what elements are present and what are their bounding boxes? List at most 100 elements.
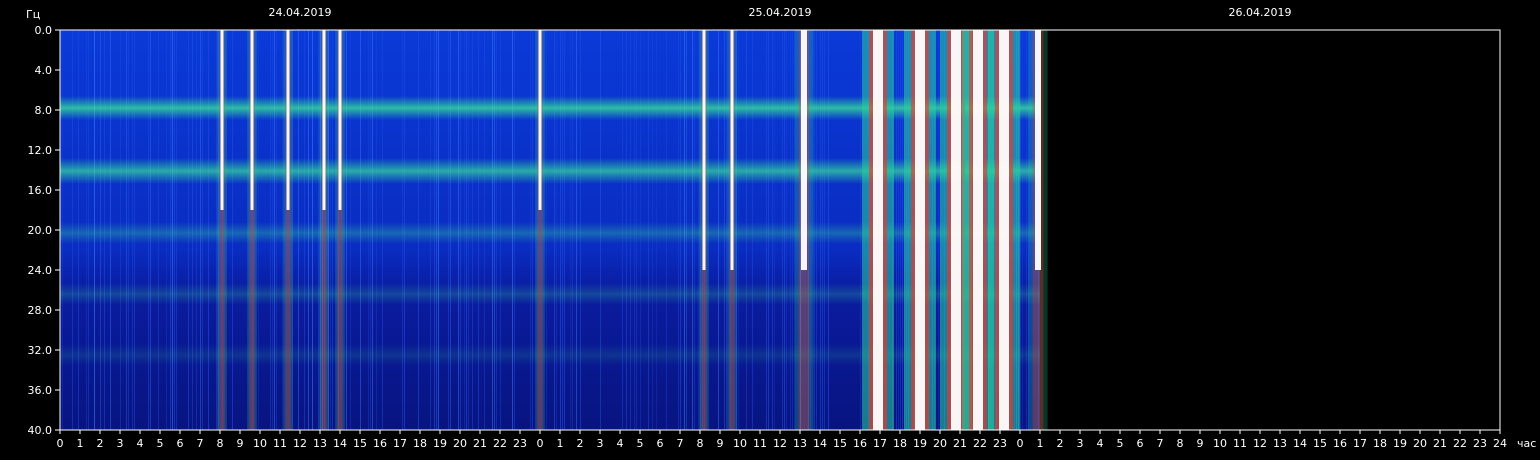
x-tick-label: 19 [1393, 437, 1407, 450]
burst [1028, 30, 1048, 430]
x-tick-label: 6 [1137, 437, 1144, 450]
x-tick-label: 2 [1057, 437, 1064, 450]
y-tick-label: 28.0 [28, 304, 53, 317]
x-tick-label: 17 [873, 437, 887, 450]
x-tick-label: 14 [333, 437, 347, 450]
x-tick-label: 4 [617, 437, 624, 450]
y-tick-label: 20.0 [28, 224, 53, 237]
x-tick-label: 11 [753, 437, 767, 450]
y-tick-label: 24.0 [28, 264, 53, 277]
x-tick-label: 12 [773, 437, 787, 450]
x-tick-label: 17 [393, 437, 407, 450]
x-tick-label: 9 [237, 437, 244, 450]
x-tick-label: 20 [933, 437, 947, 450]
date-label: 26.04.2019 [1229, 6, 1292, 19]
x-tick-label: 20 [453, 437, 467, 450]
burst [335, 30, 345, 430]
x-tick-label: 11 [273, 437, 287, 450]
burst [217, 30, 227, 430]
x-tick-label: 8 [697, 437, 704, 450]
x-tick-label: 8 [217, 437, 224, 450]
burst [283, 30, 293, 430]
x-tick-label: 13 [793, 437, 807, 450]
x-tick-label: 7 [1157, 437, 1164, 450]
x-tick-label: 22 [493, 437, 507, 450]
y-tick-label: 32.0 [28, 344, 53, 357]
x-tick-label: 2 [97, 437, 104, 450]
x-tick-label: 17 [1353, 437, 1367, 450]
x-tick-label: 5 [157, 437, 164, 450]
x-tick-label: 0 [57, 437, 64, 450]
burst [727, 30, 737, 430]
x-tick-label: 3 [1077, 437, 1084, 450]
burst [319, 30, 329, 430]
x-tick-label: 18 [893, 437, 907, 450]
burst [904, 30, 936, 430]
x-tick-label: 13 [313, 437, 327, 450]
x-tick-label: 23 [1473, 437, 1487, 450]
x-tick-label: 2 [577, 437, 584, 450]
y-tick-label: 36.0 [28, 384, 53, 397]
date-label: 24.04.2019 [269, 6, 332, 19]
x-tick-label: 15 [1313, 437, 1327, 450]
x-tick-label: 16 [1333, 437, 1347, 450]
burst [699, 30, 709, 430]
y-tick-label: 12.0 [28, 144, 53, 157]
x-tick-label: 18 [1373, 437, 1387, 450]
x-tick-label: 10 [1213, 437, 1227, 450]
x-tick-label: 10 [253, 437, 267, 450]
burst [535, 30, 545, 430]
x-tick-label: 22 [973, 437, 987, 450]
y-tick-label: 8.0 [35, 104, 53, 117]
x-axis-unit: час [1517, 437, 1536, 450]
x-tick-label: 12 [1253, 437, 1267, 450]
x-tick-label: 13 [1273, 437, 1287, 450]
burst [247, 30, 257, 430]
x-tick-label: 7 [197, 437, 204, 450]
x-tick-label: 4 [137, 437, 144, 450]
x-tick-label: 21 [473, 437, 487, 450]
x-tick-label: 16 [373, 437, 387, 450]
x-tick-label: 6 [657, 437, 664, 450]
x-tick-label: 15 [353, 437, 367, 450]
x-tick-label: 19 [913, 437, 927, 450]
x-tick-label: 1 [77, 437, 84, 450]
x-tick-label: 12 [293, 437, 307, 450]
heatmap-area [60, 30, 1048, 430]
burst [862, 30, 894, 430]
x-tick-label: 0 [537, 437, 544, 450]
x-tick-label: 14 [1293, 437, 1307, 450]
burst [988, 30, 1020, 430]
y-tick-label: 16.0 [28, 184, 53, 197]
x-tick-label: 24 [1493, 437, 1507, 450]
x-tick-label: 0 [1017, 437, 1024, 450]
x-tick-label: 7 [677, 437, 684, 450]
x-tick-label: 16 [853, 437, 867, 450]
y-tick-label: 40.0 [28, 424, 53, 437]
x-tick-label: 8 [1177, 437, 1184, 450]
y-tick-label: 4.0 [35, 64, 53, 77]
x-tick-label: 14 [813, 437, 827, 450]
x-tick-label: 5 [1117, 437, 1124, 450]
x-tick-label: 10 [733, 437, 747, 450]
x-tick-label: 1 [557, 437, 564, 450]
x-tick-label: 21 [1433, 437, 1447, 450]
spectrogram-chart: 0.0 4.0 8.0 12.0 16.0 20.0 24.0 28.0 32.0 36.0 40.… [0, 0, 1540, 460]
x-tick-label: 23 [993, 437, 1007, 450]
x-tick-label: 19 [433, 437, 447, 450]
x-tick-label: 6 [177, 437, 184, 450]
x-tick-label: 22 [1453, 437, 1467, 450]
x-tick-label: 3 [117, 437, 124, 450]
x-tick-label: 23 [513, 437, 527, 450]
x-tick-label: 4 [1097, 437, 1104, 450]
burst [794, 30, 814, 430]
y-axis-label: Гц [26, 8, 40, 21]
x-tick-label: 18 [413, 437, 427, 450]
x-tick-label: 11 [1233, 437, 1247, 450]
x-tick-label: 5 [637, 437, 644, 450]
x-tick-label: 20 [1413, 437, 1427, 450]
x-tick-label: 1 [1037, 437, 1044, 450]
x-tick-label: 3 [597, 437, 604, 450]
y-tick-label: 0.0 [35, 24, 53, 37]
date-label: 25.04.2019 [749, 6, 812, 19]
